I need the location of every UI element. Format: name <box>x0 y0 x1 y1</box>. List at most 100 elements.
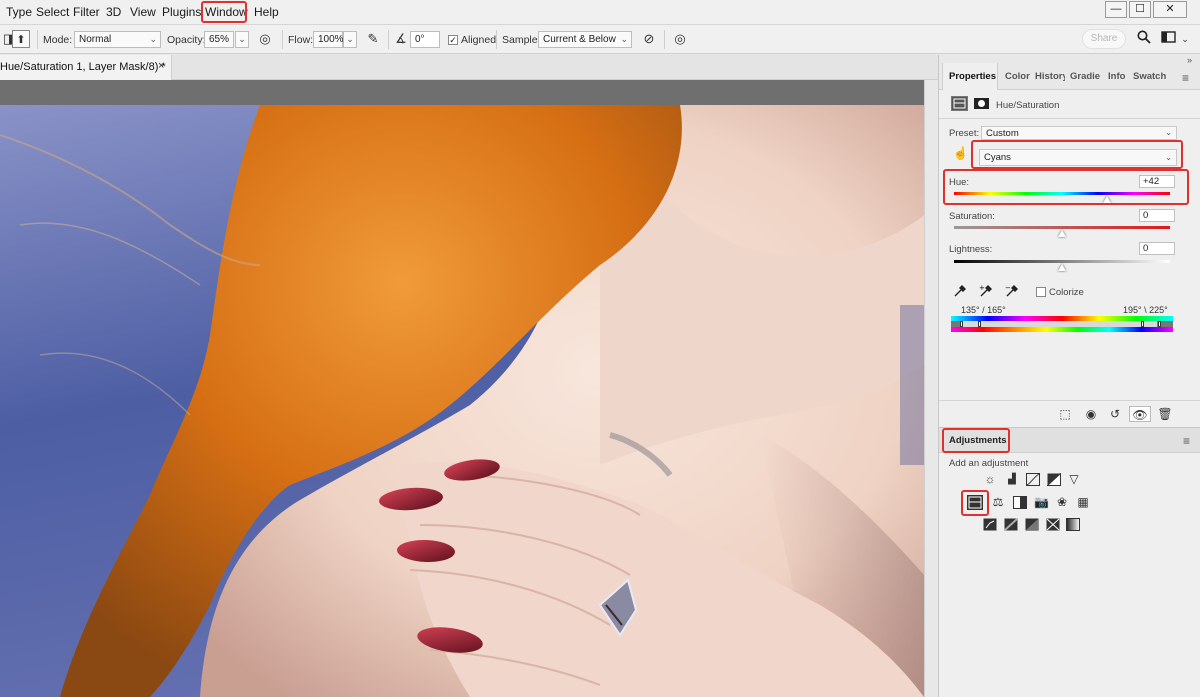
tab-info[interactable]: Info <box>1108 63 1130 90</box>
separator <box>664 30 665 49</box>
menu-type[interactable]: Type <box>6 5 32 19</box>
close-icon[interactable]: × <box>158 60 164 72</box>
tab-color[interactable]: Color <box>1005 63 1031 90</box>
canvas-pasteboard <box>0 80 924 105</box>
threshold-icon[interactable] <box>1025 518 1039 531</box>
color-lookup-icon[interactable]: ▦ <box>1076 496 1090 509</box>
output-spectrum-bar <box>951 327 1173 332</box>
clip-to-layer-icon[interactable]: ⬚ <box>1057 406 1073 422</box>
document-title: Hue/Saturation 1, Layer Mask/8) * <box>0 61 166 73</box>
ignore-adjustment-layers-icon[interactable]: ⊘ <box>640 30 658 48</box>
opacity-dropdown[interactable]: ⌄ <box>235 31 249 48</box>
minimize-button[interactable]: — <box>1105 1 1127 18</box>
levels-icon[interactable]: ▟ <box>1005 473 1019 486</box>
panel-menu-icon[interactable]: ≡ <box>1182 71 1189 85</box>
vertical-scrollbar[interactable] <box>924 80 938 697</box>
sample-select[interactable]: Current & Below ⌄ <box>538 31 632 48</box>
eyedropper-minus-icon[interactable]: − <box>1005 284 1019 301</box>
posterize-icon[interactable] <box>1004 518 1018 531</box>
brush-preset-icon[interactable]: ⬆ <box>12 30 30 48</box>
selective-color-icon[interactable] <box>1046 518 1060 531</box>
panel-menu-icon[interactable]: ≡ <box>1183 434 1190 448</box>
menu-help[interactable]: Help <box>254 5 279 19</box>
mode-label: Mode: <box>43 34 73 46</box>
brightness-contrast-icon[interactable]: ☼ <box>983 473 997 486</box>
saturation-slider-thumb[interactable] <box>1058 230 1066 237</box>
range-left-values: 135° / 165° <box>961 305 1006 315</box>
chevron-down-icon[interactable]: ⌄ <box>1176 30 1194 48</box>
channel-select-highlight <box>971 140 1183 169</box>
options-bar: ◨ ⬆ Mode: Normal ⌄ Opacity: 65% ⌄ ◎ Flow… <box>0 25 1200 54</box>
adjustment-layer-icon[interactable] <box>951 96 968 111</box>
lightness-input[interactable]: 0 <box>1139 242 1175 255</box>
menu-plugins[interactable]: Plugins <box>162 5 201 19</box>
canvas-area[interactable] <box>0 80 938 697</box>
mode-select[interactable]: Normal ⌄ <box>74 31 161 48</box>
colorize-label: Colorize <box>1049 287 1084 298</box>
svg-text:−: − <box>1005 284 1011 292</box>
document-tab[interactable]: Hue/Saturation 1, Layer Mask/8) * × <box>0 55 172 80</box>
saturation-input[interactable]: 0 <box>1139 209 1175 222</box>
invert-icon[interactable] <box>983 518 997 531</box>
menu-filter[interactable]: Filter <box>73 5 100 19</box>
menu-select[interactable]: Select <box>36 5 69 19</box>
search-icon[interactable] <box>1135 30 1153 48</box>
pressure-opacity-icon[interactable]: ◎ <box>256 30 274 48</box>
properties-footer: ⬚ ◉ ↺ 👁 🗑 <box>939 400 1200 427</box>
preset-value: Custom <box>986 128 1019 139</box>
flow-input[interactable]: 100% <box>313 31 344 48</box>
gradient-map-icon[interactable] <box>1066 518 1080 531</box>
pressure-size-icon[interactable]: ◎ <box>671 30 689 48</box>
flow-label: Flow: <box>288 34 314 46</box>
photo-filter-icon[interactable]: 📷 <box>1034 496 1049 509</box>
flow-dropdown[interactable]: ⌄ <box>343 31 357 48</box>
visibility-eye-icon[interactable]: 👁 <box>1129 406 1151 422</box>
properties-title: Hue/Saturation <box>996 100 1060 111</box>
eyedropper-icon[interactable] <box>953 284 967 301</box>
aligned-label: Aligned <box>461 34 497 46</box>
vibrance-icon[interactable]: ▽ <box>1067 473 1081 486</box>
window-menu-highlight <box>201 1 247 23</box>
trash-icon[interactable]: 🗑 <box>1157 406 1173 422</box>
svg-text:+: + <box>979 284 985 292</box>
reset-icon[interactable]: ↺ <box>1107 406 1123 422</box>
color-balance-icon[interactable]: ⚖ <box>991 496 1005 509</box>
document-image[interactable] <box>0 105 924 697</box>
tab-properties[interactable]: Properties <box>942 63 998 90</box>
tab-history[interactable]: History <box>1035 63 1065 90</box>
sample-value: Current & Below <box>543 34 616 45</box>
sample-label: Sample: <box>502 34 541 46</box>
adjustments-header: Adjustments ≡ <box>939 427 1200 453</box>
airbrush-icon[interactable]: ✎ <box>364 30 382 48</box>
panel-tabs: Properties Color History Gradie Info Swa… <box>939 63 1200 90</box>
black-white-icon[interactable] <box>1013 496 1027 509</box>
exposure-icon[interactable] <box>1046 472 1061 486</box>
hue-saturation-highlight <box>961 490 989 516</box>
share-button[interactable]: Share <box>1082 29 1126 49</box>
menu-3d[interactable]: 3D <box>106 5 121 19</box>
separator <box>388 30 389 49</box>
lightness-slider-track[interactable] <box>954 260 1170 263</box>
colorize-checkbox[interactable] <box>1036 287 1046 297</box>
tab-swatches[interactable]: Swatch <box>1133 63 1169 90</box>
chevron-down-icon: ⌄ <box>1165 128 1172 137</box>
preset-select[interactable]: Custom ⌄ <box>981 126 1177 140</box>
right-panel: » Properties Color History Gradie Info S… <box>938 55 1200 697</box>
maximize-button[interactable]: ☐ <box>1129 1 1151 18</box>
tab-gradients[interactable]: Gradie <box>1070 63 1100 90</box>
curves-icon[interactable] <box>1026 473 1040 486</box>
targeted-adjustment-hand-icon[interactable]: ☝ <box>953 146 968 160</box>
menu-view[interactable]: View <box>130 5 156 19</box>
saturation-slider-track[interactable] <box>954 226 1170 229</box>
preset-label: Preset: <box>949 128 980 139</box>
close-window-button[interactable]: ✕ <box>1153 1 1187 18</box>
angle-input[interactable]: 0° <box>410 31 440 48</box>
lightness-slider-thumb[interactable] <box>1058 264 1066 271</box>
layer-mask-icon[interactable] <box>973 96 990 111</box>
aligned-checkbox[interactable]: ✓ <box>448 35 458 45</box>
adjustments-subtitle: Add an adjustment <box>949 458 1029 469</box>
channel-mixer-icon[interactable]: ❀ <box>1055 496 1069 509</box>
view-previous-state-icon[interactable]: ◉ <box>1083 406 1099 422</box>
eyedropper-plus-icon[interactable]: + <box>979 284 993 301</box>
opacity-input[interactable]: 65% <box>204 31 234 48</box>
